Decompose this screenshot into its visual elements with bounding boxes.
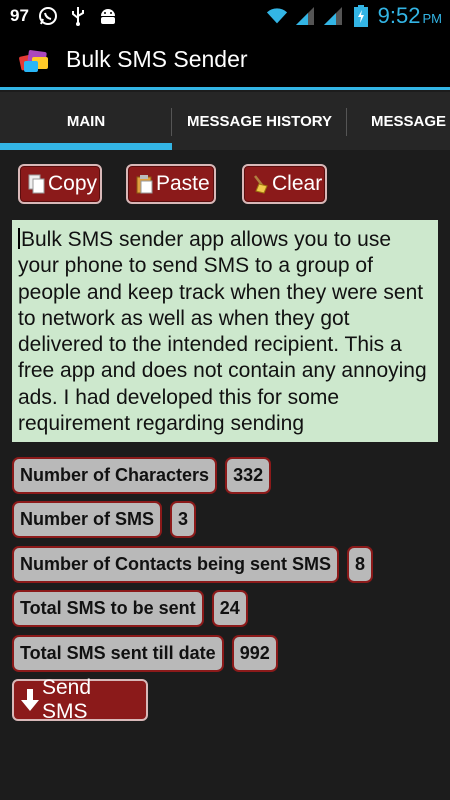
message-text: Bulk SMS sender app allows you to use yo… xyxy=(18,228,427,436)
tab-message-s[interactable]: MESSAGE S xyxy=(347,92,450,150)
broom-icon xyxy=(252,174,270,194)
stat-value: 332 xyxy=(225,457,272,494)
send-sms-button[interactable]: Send SMS xyxy=(12,676,148,723)
signal-icon xyxy=(294,5,316,27)
tab-label: MAIN xyxy=(66,112,106,130)
usb-icon xyxy=(67,5,89,27)
paste-label: Paste xyxy=(156,172,210,195)
action-bar: Bulk SMS Sender xyxy=(0,32,450,90)
whatsapp-icon xyxy=(37,5,59,27)
arrow-down-icon xyxy=(20,688,40,712)
stat-total-to-send: Total SMS to be sent 24 xyxy=(12,590,248,627)
app-logo-icon[interactable] xyxy=(18,43,52,77)
android-icon xyxy=(97,5,119,27)
clear-button[interactable]: Clear xyxy=(242,164,327,204)
stat-characters: Number of Characters 332 xyxy=(12,457,272,494)
signal-icon xyxy=(322,5,344,27)
copy-label: Copy xyxy=(48,172,98,195)
paste-icon xyxy=(136,174,154,194)
clear-label: Clear xyxy=(272,172,323,195)
edit-button-row: Copy Paste Clear xyxy=(18,164,327,204)
copy-button[interactable]: Copy xyxy=(18,164,102,204)
battery-charging-icon xyxy=(350,5,372,27)
stat-value: 24 xyxy=(211,590,248,627)
message-input[interactable]: Bulk SMS sender app allows you to use yo… xyxy=(12,220,438,442)
copy-icon xyxy=(28,174,46,194)
notification-count: 97 xyxy=(10,6,29,25)
app-title: Bulk SMS Sender xyxy=(66,46,248,72)
stat-label: Total SMS to be sent xyxy=(12,590,204,627)
stat-contacts: Number of Contacts being sent SMS 8 xyxy=(12,546,374,583)
tab-main[interactable]: MAIN xyxy=(0,92,172,150)
stat-sms-count: Number of SMS 3 xyxy=(12,501,197,538)
send-sms-label: Send SMS xyxy=(42,676,92,723)
stat-label: Number of SMS xyxy=(12,501,163,538)
tab-label: MESSAGE S xyxy=(371,112,450,130)
status-bar: 97 9:52 PM xyxy=(0,0,450,32)
stat-value: 8 xyxy=(347,546,374,583)
wifi-icon xyxy=(266,5,288,27)
stat-value: 992 xyxy=(231,635,278,672)
tab-bar: MAIN MESSAGE HISTORY MESSAGE S xyxy=(0,92,450,150)
clock: 9:52 PM xyxy=(378,3,442,29)
tab-message-history[interactable]: MESSAGE HISTORY xyxy=(172,92,347,150)
stat-sent-till-date: Total SMS sent till date 992 xyxy=(12,635,278,672)
text-cursor xyxy=(18,228,20,249)
stat-label: Total SMS sent till date xyxy=(12,635,224,672)
stat-label: Number of Contacts being sent SMS xyxy=(12,546,340,583)
paste-button[interactable]: Paste xyxy=(126,164,216,204)
tab-selected-indicator xyxy=(0,143,172,150)
stat-value: 3 xyxy=(170,501,197,538)
clock-time: 9:52 xyxy=(377,3,421,28)
clock-ampm: PM xyxy=(422,11,443,26)
stat-label: Number of Characters xyxy=(12,457,218,494)
main-content: Copy Paste Clear Bulk SMS sender app all… xyxy=(0,150,450,800)
tab-label: MESSAGE HISTORY xyxy=(186,112,333,130)
